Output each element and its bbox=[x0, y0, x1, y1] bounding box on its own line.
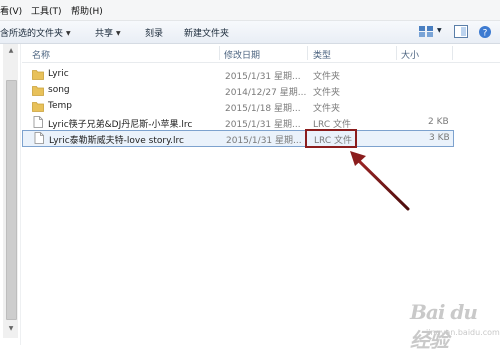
annotation-arrow-icon bbox=[350, 151, 410, 211]
file-icon bbox=[34, 132, 44, 144]
command-toolbar: 含所选的文件夹 ▼ 共享 ▼ 刻录 新建文件夹 ▼ ? bbox=[0, 21, 500, 44]
svg-text:?: ? bbox=[483, 29, 488, 39]
file-type: 文件夹 bbox=[313, 104, 341, 114]
menu-tools[interactable]: 工具(T) bbox=[31, 4, 62, 17]
burn-button[interactable]: 刻录 bbox=[145, 26, 163, 39]
baidu-watermark: Bai du 经验 jingyan.baidu.com bbox=[398, 298, 500, 352]
folder-icon bbox=[32, 70, 44, 80]
dropdown-arrow-icon: ▼ bbox=[116, 30, 121, 37]
new-folder-button[interactable]: 新建文件夹 bbox=[184, 26, 229, 39]
file-date: 2014/12/27 星期... bbox=[225, 88, 307, 98]
file-type: 文件夹 bbox=[313, 88, 341, 98]
menu-bar: 看(V) 工具(T) 帮助(H) bbox=[0, 0, 500, 21]
folder-icon bbox=[32, 86, 44, 96]
file-name: Lyric泰勒斯威夫特-love story.lrc bbox=[49, 136, 184, 146]
file-name: Lyric筷子兄弟&DJ丹尼斯-小苹果.lrc bbox=[48, 120, 193, 130]
menu-help[interactable]: 帮助(H) bbox=[71, 4, 103, 17]
share-button[interactable]: 共享 ▼ bbox=[95, 26, 121, 39]
view-options-dropdown-icon[interactable]: ▼ bbox=[437, 27, 442, 34]
preview-pane-icon[interactable] bbox=[454, 25, 468, 38]
scroll-down-icon[interactable]: ▼ bbox=[6, 325, 16, 333]
folder-icon bbox=[32, 102, 44, 112]
list-item-folder-lyric[interactable]: Lyric 2015/1/31 星期... 文件夹 bbox=[22, 67, 452, 82]
file-date: 2015/1/31 星期... bbox=[226, 136, 302, 146]
file-date: 2015/1/18 星期... bbox=[225, 104, 301, 114]
help-icon[interactable]: ? bbox=[478, 25, 492, 38]
file-size: 2 KB bbox=[428, 117, 449, 127]
include-in-library-button[interactable]: 含所选的文件夹 ▼ bbox=[0, 26, 71, 39]
column-header-bar: 名称 修改日期 类型 大小 bbox=[22, 44, 500, 63]
share-label: 共享 bbox=[95, 29, 114, 39]
column-header-type[interactable]: 类型 bbox=[313, 48, 331, 61]
navigation-scrollbar-thumb[interactable] bbox=[6, 80, 17, 320]
column-divider[interactable] bbox=[219, 46, 220, 60]
column-header-date[interactable]: 修改日期 bbox=[224, 48, 260, 61]
file-date: 2015/1/31 星期... bbox=[225, 72, 301, 82]
scroll-up-icon[interactable]: ▲ bbox=[6, 47, 16, 55]
watermark-url: jingyan.baidu.com bbox=[426, 328, 500, 337]
file-name: Lyric bbox=[48, 69, 69, 79]
column-divider[interactable] bbox=[452, 46, 453, 60]
column-header-name[interactable]: 名称 bbox=[32, 48, 50, 61]
column-divider[interactable] bbox=[307, 46, 308, 60]
change-view-icon[interactable] bbox=[418, 25, 434, 38]
file-icon bbox=[33, 116, 43, 128]
menu-view[interactable]: 看(V) bbox=[0, 4, 22, 17]
list-item-folder-temp[interactable]: Temp 2015/1/18 星期... 文件夹 bbox=[22, 99, 452, 114]
list-item-lrc-file[interactable]: Lyric筷子兄弟&DJ丹尼斯-小苹果.lrc 2015/1/31 星期... … bbox=[22, 115, 452, 130]
file-size: 3 KB bbox=[429, 133, 450, 143]
file-name: song bbox=[48, 85, 70, 95]
dropdown-arrow-icon: ▼ bbox=[66, 30, 71, 37]
list-item-folder-song[interactable]: song 2014/12/27 星期... 文件夹 bbox=[22, 83, 452, 98]
column-header-size[interactable]: 大小 bbox=[401, 48, 419, 61]
file-date: 2015/1/31 星期... bbox=[225, 120, 301, 130]
file-type: 文件夹 bbox=[313, 72, 341, 82]
include-in-library-label: 含所选的文件夹 bbox=[0, 29, 64, 39]
column-divider[interactable] bbox=[396, 46, 397, 60]
file-name: Temp bbox=[48, 101, 72, 111]
watermark-logo: Bai du 经验 bbox=[410, 300, 478, 352]
